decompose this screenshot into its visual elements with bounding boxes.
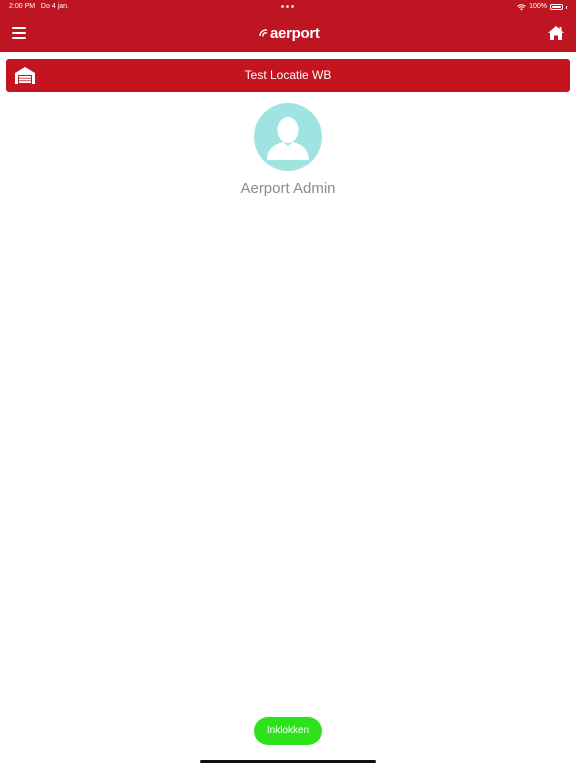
location-name: Test Locatie WB: [244, 68, 332, 82]
battery-percent: 100%: [529, 3, 547, 10]
logo-text: aerport: [270, 24, 320, 42]
user-silhouette-icon: [267, 117, 309, 160]
status-time-text: 2:00 PM: [9, 3, 36, 10]
status-time: 2:00 PM Do 4 jan.: [9, 0, 69, 14]
home-indicator[interactable]: [200, 760, 376, 763]
app-header: 2:00 PM Do 4 jan. 100% aerport: [0, 0, 576, 52]
status-right: 100%: [517, 0, 567, 14]
aerport-logo: aerport: [258, 22, 320, 44]
status-date-text: Do 4 jan.: [40, 3, 69, 10]
user-name: Aerport Admin: [240, 180, 336, 197]
checkin-button[interactable]: Inklokken: [254, 717, 322, 745]
home-icon[interactable]: [547, 24, 565, 42]
user-avatar: [254, 103, 322, 171]
battery-icon: [550, 4, 563, 10]
hamburger-menu-icon[interactable]: [12, 27, 28, 39]
multitasking-dots-icon[interactable]: [281, 5, 294, 8]
battery-tip: [566, 5, 567, 9]
status-bar: 2:00 PM Do 4 jan. 100%: [0, 0, 576, 14]
logo-wifi-icon: [259, 29, 268, 37]
location-bar[interactable]: Test Locatie WB: [6, 59, 570, 92]
wifi-icon: [517, 3, 526, 10]
